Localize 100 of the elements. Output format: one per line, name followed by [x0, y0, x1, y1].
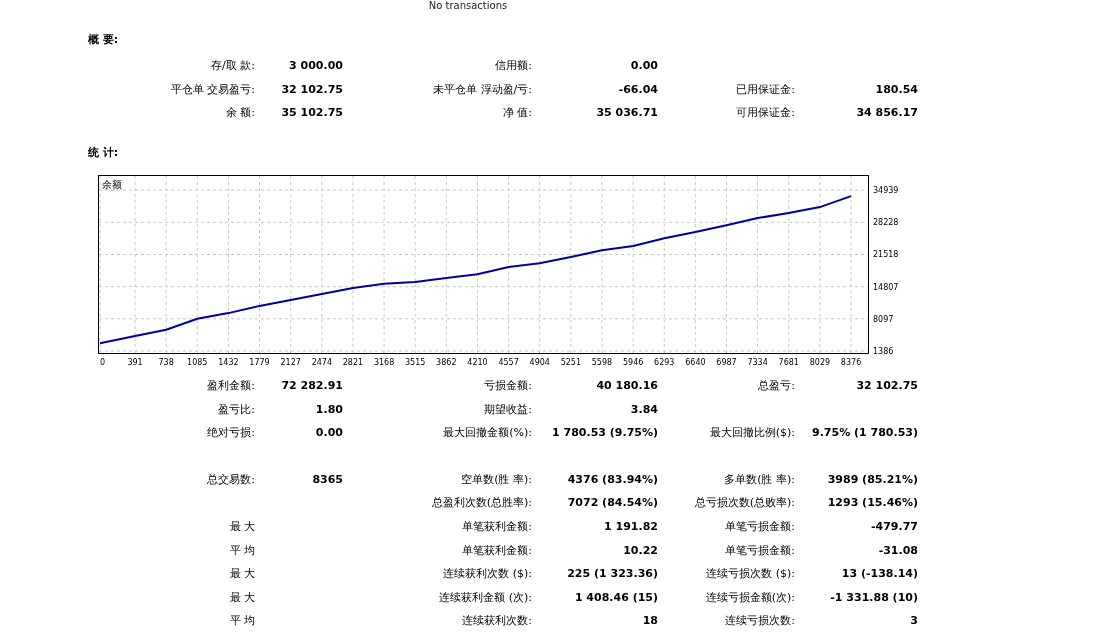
section-heading: 统 计:	[88, 144, 119, 160]
axis-label: 4557	[498, 357, 519, 367]
row-heading: 平 均	[229, 613, 255, 629]
field-label: 平仓单 交易盈亏:	[170, 81, 255, 97]
field-value: 225 (1 323.36)	[567, 567, 658, 581]
field-label: 单笔获利金额:	[462, 542, 532, 558]
field-label: 期望收益:	[484, 401, 532, 417]
field-value: 13 (-138.14)	[841, 567, 918, 581]
field-label: 连续亏损次数 ($):	[706, 566, 795, 582]
field-label: 总盈亏:	[758, 378, 795, 394]
field-label: 单笔获利金额:	[462, 519, 532, 535]
field-label: 最大回撤金额(%):	[443, 425, 532, 441]
field-value: 3.84	[630, 402, 658, 416]
row-heading: 最 大	[229, 589, 255, 605]
field-label: 绝对亏损:	[207, 425, 255, 441]
axis-label: 6987	[716, 357, 737, 367]
axis-label: 3862	[436, 357, 457, 367]
axis-label: 4904	[529, 357, 550, 367]
field-label: 总亏损次数(总败率):	[694, 495, 795, 511]
field-value: 1 780.53 (9.75%)	[552, 426, 658, 440]
axis-label: 738	[158, 357, 174, 367]
field-value: 32 102.75	[281, 82, 343, 96]
axis-label: 3168	[373, 357, 395, 367]
field-value: 3989 (85.21%)	[827, 472, 918, 486]
report-caption: No transactions	[428, 0, 508, 11]
field-value: 1293 (15.46%)	[827, 496, 918, 510]
field-label: 余 额:	[225, 105, 255, 121]
field-label: 连续亏损次数:	[725, 613, 795, 629]
field-label: 连续亏损金额(次):	[705, 589, 795, 605]
field-value: 35 036.71	[596, 106, 658, 120]
field-label: 单笔亏损金额:	[725, 519, 795, 535]
field-label: 盈亏比:	[218, 401, 255, 417]
section-heading: 概 要:	[88, 32, 119, 47]
field-label: 盈利金额:	[207, 378, 255, 394]
field-value: -66.04	[618, 82, 658, 96]
field-value: -479.77	[871, 520, 918, 534]
field-value: 35 102.75	[281, 106, 343, 120]
field-label: 连续获利金额 (次):	[439, 589, 532, 605]
axis-label: 1432	[218, 357, 239, 367]
field-label: 亏损金额:	[484, 378, 532, 394]
field-value: 3 000.00	[289, 59, 343, 73]
axis-label: 7334	[747, 357, 768, 367]
field-value: 4376 (83.94%)	[567, 472, 658, 486]
field-label: 净 值:	[502, 105, 532, 121]
axis-label: 0	[100, 357, 106, 367]
field-label: 空单数(胜 率):	[461, 471, 532, 487]
field-label: 信用额:	[495, 58, 532, 74]
axis-label: 5598	[591, 357, 613, 367]
row-heading: 最 大	[229, 519, 255, 535]
field-value: 34 856.17	[856, 106, 918, 120]
field-value: 0.00	[315, 426, 343, 440]
axis-label: 6640	[685, 357, 706, 367]
field-value: 0.00	[630, 59, 658, 73]
axis-label: 1085	[187, 357, 208, 367]
axis-label: 1386	[873, 346, 894, 356]
field-label: 最大回撤比例($):	[709, 425, 795, 441]
axis-label: 1779	[249, 357, 270, 367]
field-label: 总交易数:	[207, 471, 255, 487]
field-value: 40 180.16	[596, 379, 658, 393]
axis-label: 6293	[654, 357, 675, 367]
row-heading: 最 大	[229, 566, 255, 582]
field-label: 总盈利次数(总胜率):	[431, 495, 532, 511]
field-value: 3	[910, 614, 918, 628]
field-label: 已用保证金:	[736, 81, 795, 97]
axis-label: 34939	[873, 185, 899, 195]
axis-label: 8376	[840, 357, 862, 367]
field-value: 7072 (84.54%)	[567, 496, 658, 510]
row-heading: 平 均	[229, 542, 255, 558]
field-value: 72 282.91	[281, 379, 343, 393]
field-value: 1.80	[315, 402, 343, 416]
field-label: 存/取 款:	[211, 58, 255, 74]
field-value: 18	[642, 614, 658, 628]
axis-label: 28228	[873, 218, 899, 228]
axis-label: 2127	[280, 357, 301, 367]
axis-label: 2474	[311, 357, 332, 367]
field-label: 连续获利次数:	[462, 613, 532, 629]
axis-label: 5251	[560, 357, 581, 367]
field-label: 未平仓单 浮动盈/亏:	[433, 81, 532, 97]
axis-label: 4210	[467, 357, 488, 367]
field-value: 32 102.75	[856, 379, 918, 393]
field-value: 8365	[312, 472, 343, 486]
field-value: 1 408.46 (15)	[574, 590, 658, 604]
field-value: 9.75% (1 780.53)	[812, 426, 918, 440]
axis-label: 8029	[809, 357, 831, 367]
field-label: 连续获利次数 ($):	[443, 566, 532, 582]
field-value: -31.08	[878, 543, 918, 557]
axis-label: 8097	[873, 314, 894, 324]
series-label: 余额	[102, 178, 122, 190]
field-label: 可用保证金:	[736, 105, 795, 121]
axis-label: 7681	[778, 357, 799, 367]
axis-label: 3515	[405, 357, 426, 367]
field-value: 180.54	[875, 82, 918, 96]
field-value: 1 191.82	[604, 520, 658, 534]
field-label: 单笔亏损金额:	[725, 542, 795, 558]
field-value: -1 331.88 (10)	[830, 590, 918, 604]
field-value: 10.22	[623, 543, 658, 557]
axis-label: 391	[127, 357, 143, 367]
axis-label: 5946	[623, 357, 644, 367]
field-label: 多单数(胜 率):	[724, 471, 795, 487]
axis-label: 2821	[342, 357, 364, 367]
